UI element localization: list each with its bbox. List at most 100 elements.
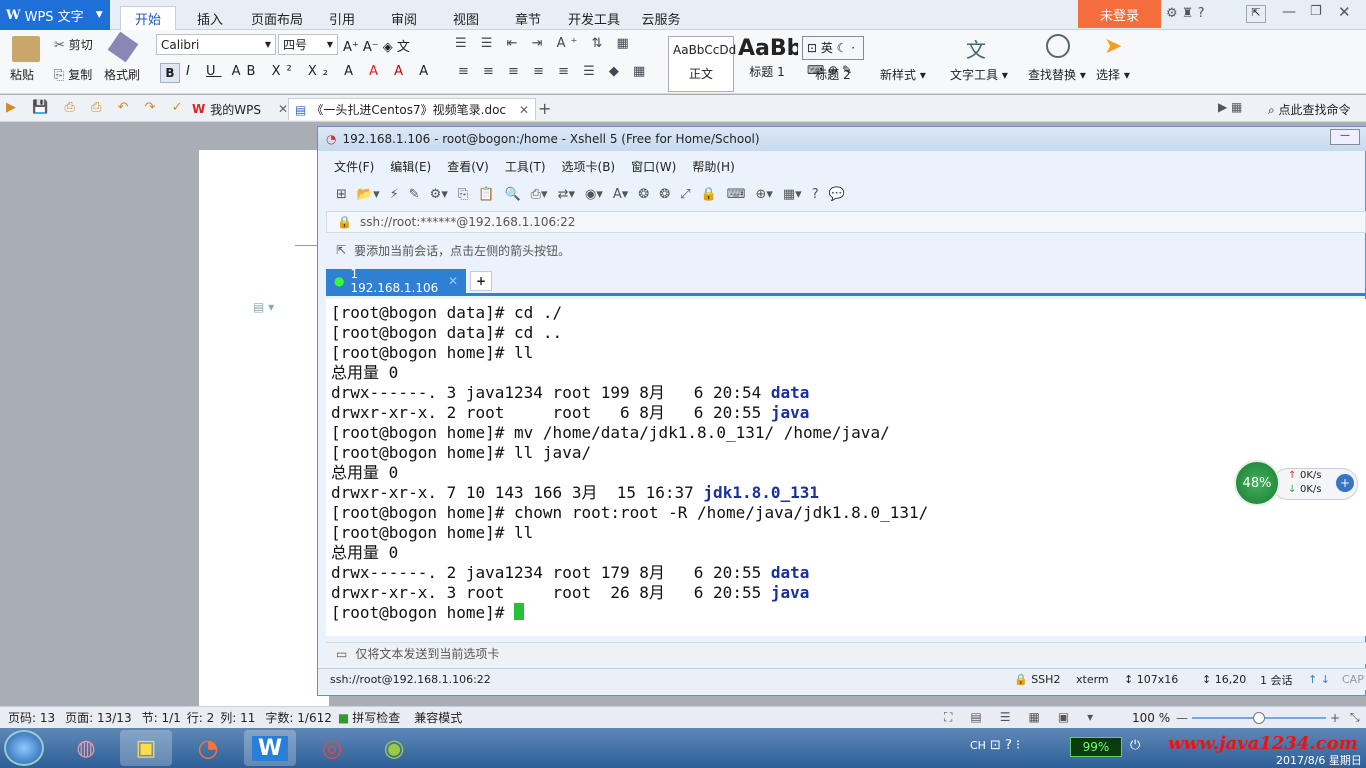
terminal[interactable]: [root@bogon data]# cd ./[root@bogon data…: [326, 299, 1366, 636]
input-language[interactable]: CH: [970, 739, 986, 752]
menu-edit[interactable]: 编辑(E): [382, 158, 439, 175]
status-spell-check[interactable]: 拼写检查: [352, 709, 400, 726]
style-heading1[interactable]: AaBb 标题 1: [736, 36, 798, 92]
font-size-select[interactable]: 四号 ▼: [278, 34, 338, 55]
list-indent-icons[interactable]: ☰ ☰ ⇤ ⇥ A⁺ ⇅ ▦: [455, 36, 634, 51]
scroll-arrows-icon[interactable]: ↑ ↓: [1308, 673, 1330, 686]
close-icon[interactable]: ✕: [278, 102, 288, 116]
find-icon[interactable]: 🔍: [504, 187, 520, 202]
format-painter-button[interactable]: 格式刷: [104, 66, 140, 83]
tab-document[interactable]: ▤ 《一头扎进Centos7》视频笔录.doc ✕: [288, 98, 537, 120]
skin-icon[interactable]: ⚙ ♜ ?: [1166, 6, 1204, 21]
tab-dev-tools[interactable]: 开发工具: [562, 6, 626, 30]
find-replace-button[interactable]: 查找替换 ▾: [1028, 66, 1086, 83]
tab-tools-icons[interactable]: ▶ ▦: [1218, 100, 1242, 114]
disconnect-icon[interactable]: ✎: [409, 187, 420, 202]
chat-icon[interactable]: 💬: [829, 187, 845, 202]
wps-app-menu-button[interactable]: W WPS 文字 ▼: [0, 0, 110, 30]
maximize-button[interactable]: ❐: [1310, 4, 1322, 19]
zoom-in-icon[interactable]: +: [1330, 711, 1340, 725]
zoom-slider-thumb[interactable]: [1253, 712, 1265, 724]
keyboard-icon[interactable]: ⌨: [727, 187, 746, 202]
clock-date[interactable]: 2017/8/6 星期日: [1276, 752, 1362, 768]
tab-insert[interactable]: 插入: [186, 6, 234, 30]
new-session-icon[interactable]: ⊞: [336, 187, 347, 202]
zoom-level[interactable]: 100 %: [1132, 711, 1170, 725]
paste-icon[interactable]: [12, 36, 40, 62]
fit-icon[interactable]: ⤡: [1350, 710, 1360, 725]
view-mode-icons[interactable]: ⛶▤☰▦▣▾: [944, 710, 1111, 725]
xmanager-icon[interactable]: ❂: [659, 187, 670, 202]
arrow-icon[interactable]: ⇱: [336, 243, 346, 257]
tab-references[interactable]: 引用: [320, 6, 364, 30]
font-format-icons[interactable]: I U AB X² X₂ A A A A: [186, 64, 434, 79]
new-tab-button[interactable]: +: [538, 99, 551, 118]
style-normal[interactable]: AaBbCcDd 正文: [668, 36, 736, 92]
add-icon[interactable]: ⊕▾: [755, 187, 772, 202]
font-icon[interactable]: A▾: [613, 187, 628, 202]
menu-tabs[interactable]: 选项卡(B): [554, 158, 624, 175]
cut-button[interactable]: ✂ 剪切: [54, 36, 93, 53]
layout-icon[interactable]: ▦▾: [783, 187, 802, 202]
tab-my-wps[interactable]: W 我的WPS ✕: [186, 98, 294, 120]
document-page[interactable]: ▤ ▾: [199, 150, 329, 706]
close-icon[interactable]: ✕: [519, 103, 529, 117]
compose-bar[interactable]: ▭ 仅将文本发送到当前选项卡: [326, 642, 1366, 664]
open-folder-icon[interactable]: 📂▾: [357, 187, 380, 202]
ime-toolbar[interactable]: ⊡ 英 ☾ · ⌨ ⊕ ✎: [802, 36, 864, 77]
copy-icon[interactable]: ⎘: [458, 187, 468, 202]
fullscreen-icon[interactable]: ⤢: [680, 187, 690, 202]
restore-doc-icon[interactable]: ⇱: [1246, 5, 1266, 23]
paste-icon[interactable]: 📋: [478, 187, 494, 202]
tab-review[interactable]: 审阅: [382, 6, 426, 30]
font-name-select[interactable]: Calibri ▼: [156, 34, 276, 55]
address-bar[interactable]: 🔒 ssh://root:******@192.168.1.106:22: [326, 211, 1366, 233]
new-tab-button[interactable]: +: [470, 271, 492, 291]
lock-icon[interactable]: 🔒: [701, 187, 717, 202]
close-icon[interactable]: ✕: [448, 274, 458, 288]
tab-page-layout[interactable]: 页面布局: [246, 6, 308, 30]
bold-button[interactable]: B: [160, 63, 180, 83]
font-grow-shrink-icon[interactable]: A⁺ A⁻ ◈ 文: [343, 36, 410, 55]
tab-start[interactable]: 开始: [120, 6, 176, 30]
transfer-icon[interactable]: ⇄▾: [558, 187, 575, 202]
tray-icons[interactable]: ⊡ ? ⁝: [990, 738, 1020, 753]
tab-session-1[interactable]: ● 1 192.168.1.106 ✕: [326, 267, 466, 295]
minimize-button[interactable]: —: [1282, 4, 1296, 20]
battery-indicator[interactable]: 99%: [1070, 737, 1122, 757]
login-button[interactable]: 未登录: [1078, 0, 1161, 28]
style-heading2[interactable]: ⊡ 英 ☾ · ⌨ ⊕ ✎ 标题 2: [800, 36, 866, 92]
xftp-icon[interactable]: ❂: [638, 187, 649, 202]
globe-icon[interactable]: ◉▾: [585, 187, 603, 202]
close-button[interactable]: ✕: [1338, 3, 1351, 21]
tab-view[interactable]: 视图: [444, 6, 488, 30]
copy-button[interactable]: ⎘ 复制: [54, 66, 92, 83]
taskbar-wps-icon[interactable]: W: [244, 730, 296, 766]
menu-view[interactable]: 查看(V): [439, 158, 497, 175]
quick-access-icons[interactable]: ▶ 💾 ⎙ ⎙ ↶ ↷ ✓: [6, 100, 188, 115]
paragraph-align-icons[interactable]: ≡ ≡ ≡ ≡ ≡ ☰ ◆ ▦: [458, 64, 650, 79]
help-icon[interactable]: ?: [812, 187, 819, 202]
menu-help[interactable]: 帮助(H): [684, 158, 742, 175]
menu-window[interactable]: 窗口(W): [623, 158, 684, 175]
command-search[interactable]: ⌕ 点此查找命令: [1268, 101, 1351, 118]
text-tools-button[interactable]: 文字工具 ▾: [950, 66, 1008, 83]
taskbar-chrome-icon[interactable]: ◎: [306, 730, 358, 766]
new-style-button[interactable]: 新样式 ▾: [880, 66, 926, 83]
tab-chapter[interactable]: 章节: [506, 6, 550, 30]
net-speed-widget[interactable]: 48% ↑ ↓ 0K/s 0K/s +: [1234, 460, 1360, 506]
reconnect-icon[interactable]: ⚡: [390, 187, 399, 202]
menu-file[interactable]: 文件(F): [326, 158, 382, 175]
tab-cloud[interactable]: 云服务: [636, 6, 686, 30]
taskbar-camtasia-icon[interactable]: ◉: [368, 730, 420, 766]
taskbar-explorer-icon[interactable]: ▣: [120, 730, 172, 766]
add-icon[interactable]: +: [1336, 474, 1354, 492]
taskbar-app-colorful-icon[interactable]: ◍: [60, 730, 112, 766]
zoom-out-icon[interactable]: —: [1176, 711, 1188, 725]
minimize-button[interactable]: —: [1330, 129, 1360, 145]
properties-icon[interactable]: ⚙▾: [430, 187, 448, 202]
menu-tools[interactable]: 工具(T): [497, 158, 554, 175]
format-painter-icon[interactable]: [107, 31, 139, 63]
paste-button[interactable]: 粘贴: [10, 66, 34, 83]
start-button[interactable]: [4, 730, 44, 766]
